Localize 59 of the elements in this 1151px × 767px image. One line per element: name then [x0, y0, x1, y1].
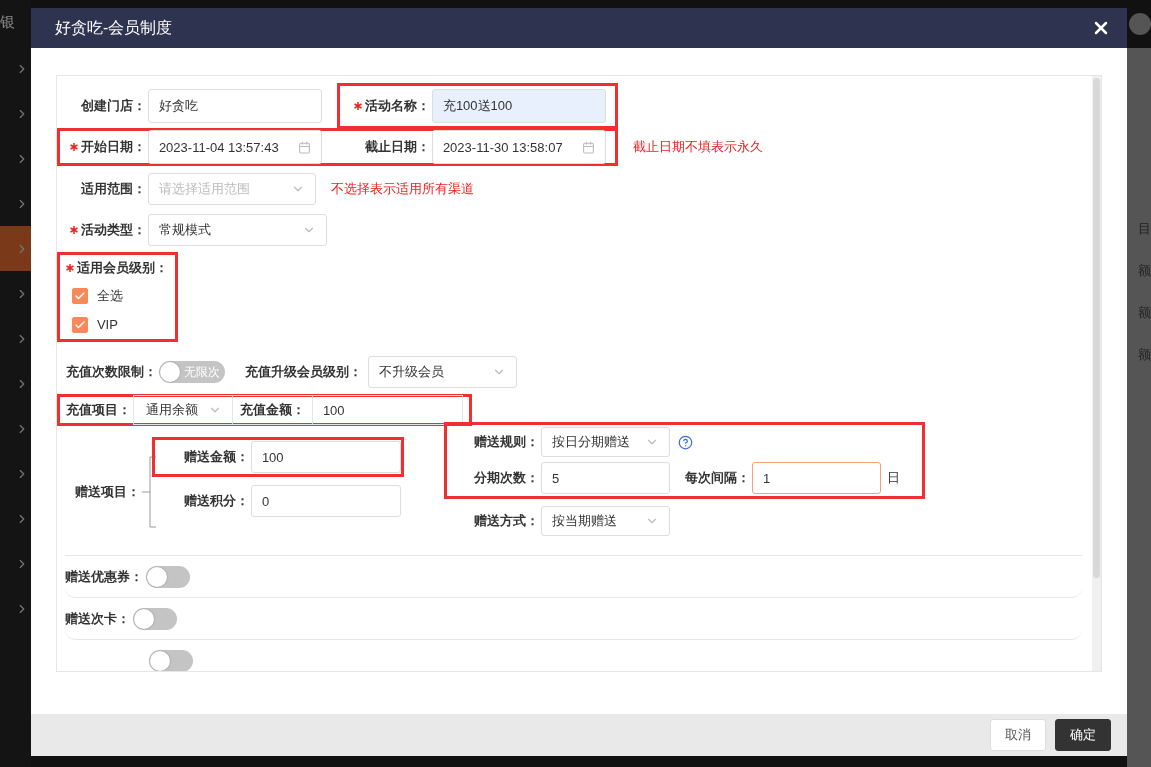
- field-label: 赠送积分：: [183, 492, 249, 510]
- input-field[interactable]: 100: [250, 441, 401, 473]
- field-label: 截止日期：: [364, 138, 430, 156]
- select-field[interactable]: 按当期赠送: [540, 506, 670, 536]
- checkbox[interactable]: [71, 288, 88, 305]
- cancel-button[interactable]: 取消: [990, 719, 1046, 751]
- sidebar-item[interactable]: [0, 226, 31, 271]
- input-field[interactable]: 0: [250, 485, 401, 517]
- input-field[interactable]: 好贪吃: [147, 89, 322, 123]
- input-field[interactable]: 100: [312, 396, 462, 424]
- calendar-icon: [297, 140, 311, 154]
- required-icon: [353, 102, 362, 110]
- unit-label: 日: [886, 469, 900, 487]
- checkbox[interactable]: [71, 316, 88, 333]
- check-icon: [73, 318, 86, 331]
- select-field[interactable]: 不升级会员: [367, 356, 517, 388]
- field-label: 充值次数限制：: [65, 363, 157, 381]
- toggle-switch[interactable]: [145, 565, 190, 588]
- field-label: 赠送方式：: [473, 512, 539, 530]
- hint-text: 不选择表示适用所有渠道: [330, 180, 474, 198]
- field-label: 赠送金额：: [183, 448, 249, 466]
- field-label: 活动名称：: [364, 97, 430, 115]
- toggle-switch[interactable]: [132, 607, 177, 630]
- field-label: 开始日期：: [80, 138, 146, 156]
- avatar[interactable]: [1129, 13, 1151, 35]
- date-field[interactable]: 2023-11-04 13:57:43: [147, 130, 322, 164]
- field-label: 充值项目：: [65, 401, 131, 419]
- select-field[interactable]: 按日分期赠送: [540, 427, 670, 457]
- checkbox-label: VIP: [96, 317, 118, 333]
- date-field[interactable]: 2023-11-30 13:58:07: [431, 130, 606, 164]
- calendar-icon: [581, 140, 595, 154]
- select-field[interactable]: 常规模式: [147, 214, 327, 246]
- field-label: 适用范围：: [80, 180, 146, 198]
- field-label: 创建门店：: [80, 97, 146, 115]
- field-label: 充值金额：: [232, 396, 313, 424]
- toggle-switch[interactable]: [148, 649, 193, 671]
- checkbox-label: 全选: [96, 287, 123, 306]
- field-label: 每次间隔：: [684, 469, 750, 487]
- field-label: 分期次数：: [473, 469, 539, 487]
- field-label: 充值升级会员级别：: [244, 363, 362, 381]
- hint-text: 截止日期不填表示永久: [632, 138, 763, 156]
- scrollbar[interactable]: [1092, 76, 1101, 671]
- help-icon[interactable]: [677, 434, 693, 450]
- input-field[interactable]: 充100送100: [431, 89, 606, 123]
- input-field[interactable]: 1: [751, 462, 881, 494]
- required-icon: [69, 226, 78, 234]
- field-label: 赠送项目：: [74, 483, 140, 501]
- required-icon: [69, 143, 78, 151]
- confirm-button[interactable]: 确定: [1055, 719, 1111, 751]
- field-label: 赠送次卡：: [64, 609, 130, 628]
- input-field[interactable]: 5: [540, 462, 670, 494]
- dialog-title: 好贪吃-会员制度: [54, 17, 173, 38]
- field-label: 赠送规则：: [473, 433, 539, 451]
- field-label: 赠送优惠券：: [64, 567, 143, 586]
- field-label: 活动类型：: [80, 221, 146, 239]
- required-icon: [65, 264, 74, 272]
- field-label: 适用会员级别：: [76, 259, 168, 277]
- select-field[interactable]: 通用余额: [132, 396, 233, 424]
- app-title: 银: [0, 12, 16, 32]
